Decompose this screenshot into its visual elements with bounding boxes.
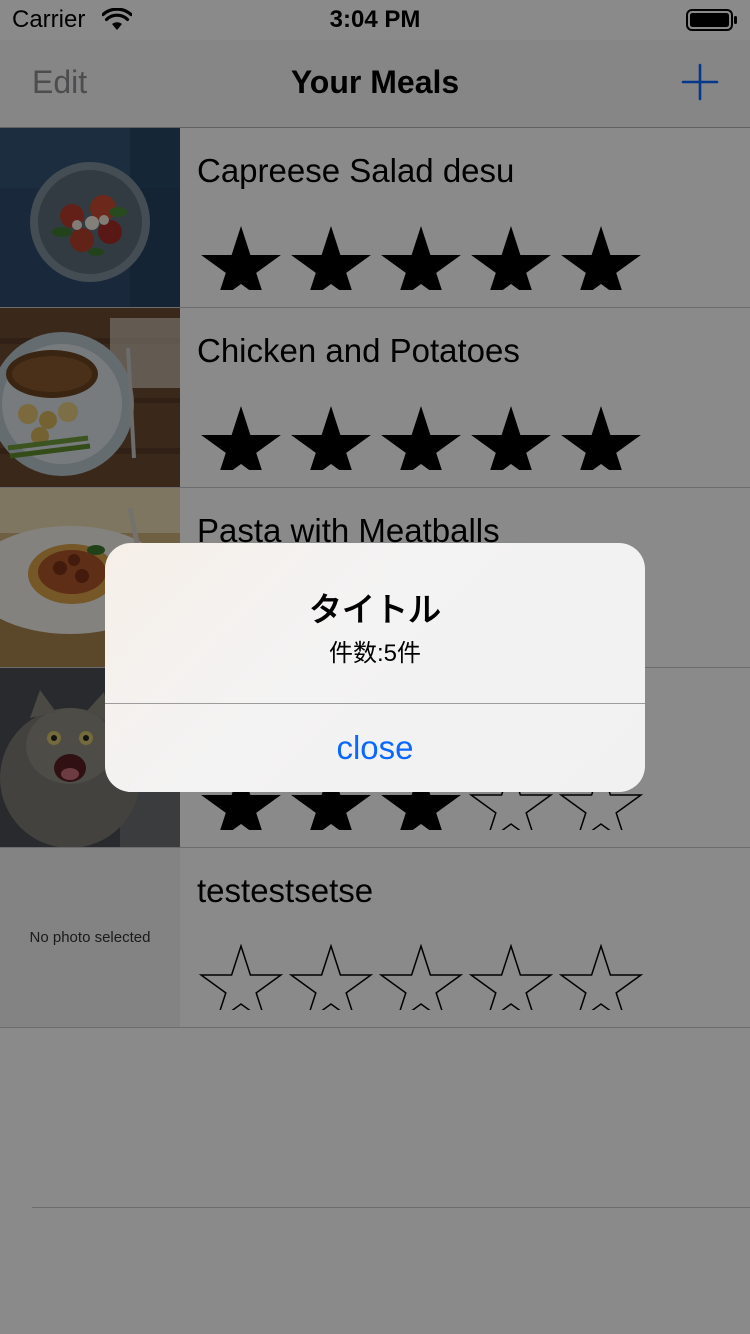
alert-message: 件数:5件 [328, 640, 421, 667]
close-button[interactable]: close [105, 704, 645, 792]
alert-title: タイトル [309, 591, 441, 628]
alert-dialog: タイトル 件数:5件 close [105, 543, 645, 792]
